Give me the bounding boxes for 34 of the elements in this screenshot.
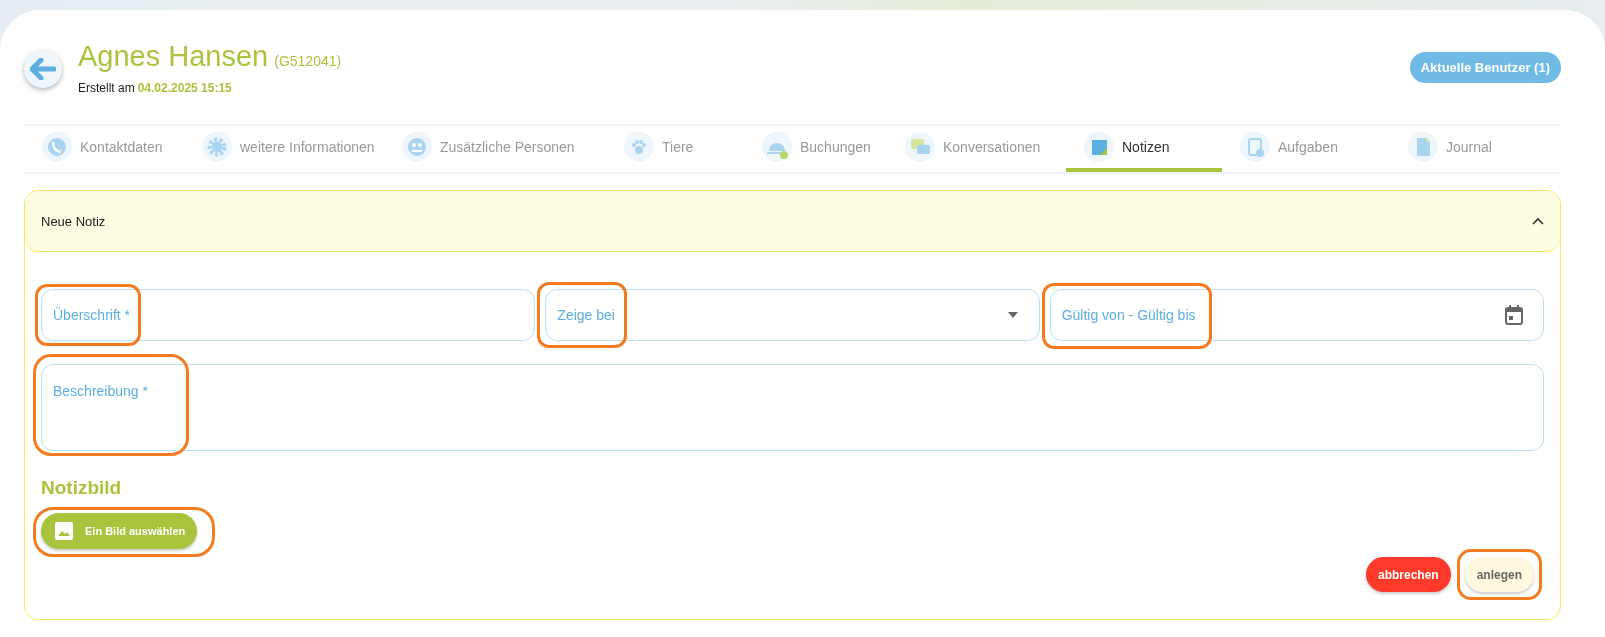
document-icon [1408,132,1438,162]
calendar-icon [1505,305,1523,325]
phone-icon [42,132,72,162]
back-arrow-icon [30,58,56,80]
chat-icon [905,132,935,162]
tab[interactable]: weitere Informationen [184,126,384,172]
create-button[interactable]: anlegen [1464,557,1534,592]
input-field[interactable]: Zeige bei [545,289,1040,341]
tab[interactable]: Buchungen [744,126,887,172]
tab[interactable]: Journal [1390,126,1550,172]
choose-image-button[interactable]: Ein Bild auswählen [41,513,198,549]
paw-icon [624,132,654,162]
tab[interactable]: Kontaktdaten [24,126,184,172]
tab[interactable]: Aufgaben [1222,126,1390,172]
current-users-button[interactable]: Aktuelle Benutzer (1) [1409,51,1561,83]
dropdown-caret-icon [1006,312,1019,318]
customer-code: (G512041) [274,52,342,69]
panel-header[interactable]: Neue Notiz [25,191,1560,252]
cancel-button[interactable]: abbrechen [1365,557,1451,592]
tab[interactable]: Notizen [1066,126,1222,172]
created-label: Erstellt am [78,80,135,95]
input-field[interactable]: Gültig von - Gültig bis [1049,289,1544,341]
customer-name: Agnes Hansen [78,39,269,72]
tab[interactable]: Konversationen [887,126,1066,172]
tab[interactable]: Zusätzliche Personen [384,126,606,172]
note-icon [1084,132,1114,162]
chevron-icon [1532,217,1544,225]
image-icon [55,522,73,540]
tab[interactable]: Tiere [606,126,744,172]
back-button[interactable] [24,50,62,88]
input-field[interactable]: Überschrift * [41,289,536,341]
description-field[interactable]: Beschreibung * [41,364,1544,451]
image-section-title: Notizbild [41,477,123,499]
created-date: 04.02.2025 15:15 [137,80,232,95]
